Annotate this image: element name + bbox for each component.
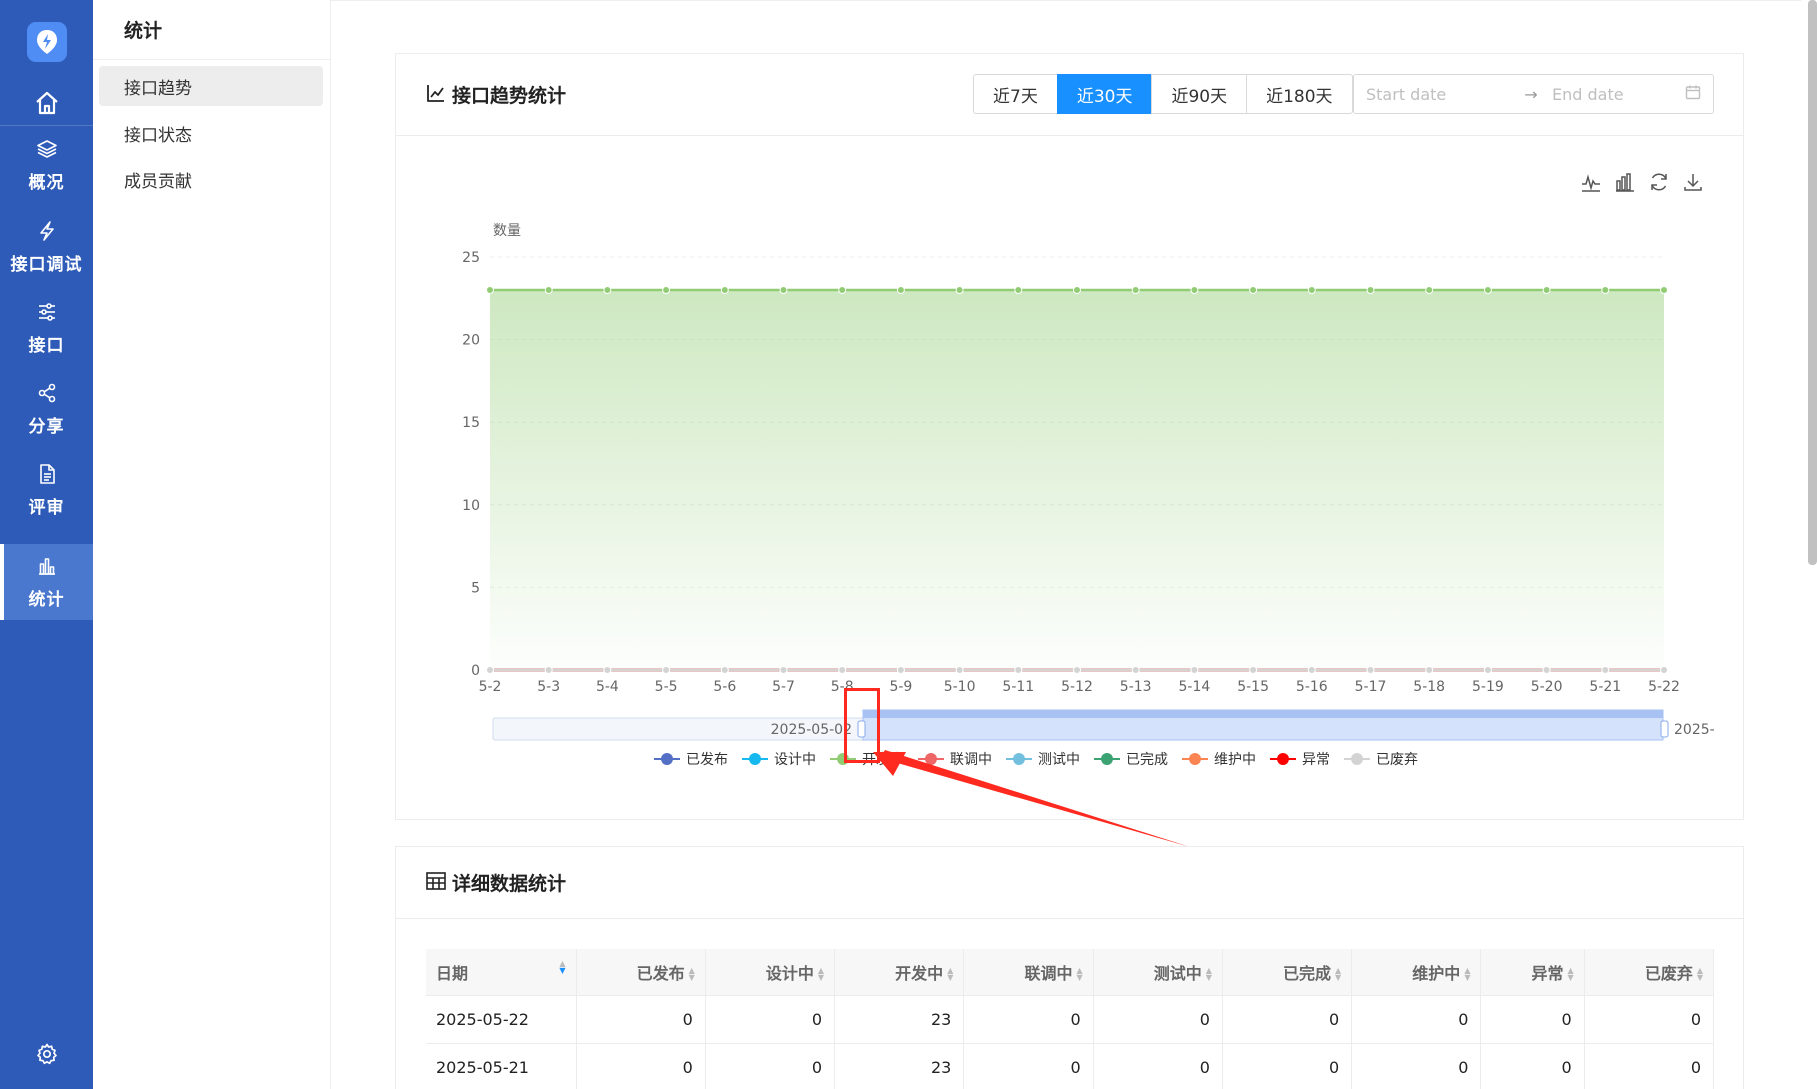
sort-caret-icon[interactable]: ▲ ▼ <box>559 959 565 974</box>
column-header-label: 已发布 <box>636 963 685 983</box>
table-cell: 0 <box>576 1043 706 1089</box>
column-header-integrating[interactable]: 联调中 ▲ ▼ <box>963 949 1094 996</box>
table-icon <box>426 871 446 894</box>
column-header-completed[interactable]: 已完成 ▲ ▼ <box>1222 949 1353 996</box>
sort-caret-icon[interactable]: ▲ ▼ <box>1567 967 1573 982</box>
sort-caret-icon[interactable]: ▲ ▼ <box>1206 967 1212 982</box>
table-cell: 0 <box>1584 995 1715 1044</box>
column-header-testing[interactable]: 测试中 ▲ ▼ <box>1093 949 1223 996</box>
table-row: 2025-05-22 0 0 23 0 0 0 0 0 0 <box>426 995 1715 1044</box>
table-cell: 0 <box>1480 1043 1585 1089</box>
sort-caret-icon[interactable]: ▲ ▼ <box>1464 967 1470 982</box>
detail-card-title: 详细数据统计 <box>452 873 567 895</box>
column-header-date[interactable]: 日期 ▲ ▼ <box>426 949 577 996</box>
table-cell: 0 <box>1351 995 1482 1044</box>
column-header-label: 测试中 <box>1153 963 1202 983</box>
table-cell: 0 <box>1480 995 1585 1044</box>
column-header-label: 异常 <box>1531 963 1564 983</box>
sort-caret-icon[interactable]: ▲ ▼ <box>689 967 695 982</box>
table-cell: 0 <box>1351 1043 1482 1089</box>
detail-card: 详细数据统计 日期 ▲ ▼ 已发布 ▲ ▼ 设计中 ▲ ▼ 开发中 ▲ ▼ 联调中 ▲ ▼ 测试中 ▲… <box>395 846 1744 1089</box>
column-header-label: 联调中 <box>1024 963 1073 983</box>
column-header-abnormal[interactable]: 异常 ▲ ▼ <box>1480 949 1585 996</box>
table-cell: 0 <box>576 995 706 1044</box>
table-cell: 0 <box>1093 1043 1223 1089</box>
detail-data-table: 日期 ▲ ▼ 已发布 ▲ ▼ 设计中 ▲ ▼ 开发中 ▲ ▼ 联调中 ▲ ▼ 测试中 ▲ ▼ 已完成 ▲ ▼… <box>426 949 1715 1089</box>
table-cell: 0 <box>1093 995 1223 1044</box>
table-row: 2025-05-21 0 0 23 0 0 0 0 0 0 <box>426 1043 1715 1089</box>
table-cell: 0 <box>1222 995 1353 1044</box>
table-cell: 0 <box>705 995 836 1044</box>
table-cell: 2025-05-21 <box>426 1043 577 1089</box>
table-cell: 0 <box>963 1043 1094 1089</box>
column-header-label: 设计中 <box>765 963 814 983</box>
column-header-label: 维护中 <box>1412 963 1461 983</box>
column-header-developing[interactable]: 开发中 ▲ ▼ <box>834 949 965 996</box>
column-header-deprecated[interactable]: 已废弃 ▲ ▼ <box>1584 949 1715 996</box>
sort-caret-icon[interactable]: ▲ ▼ <box>1076 967 1082 982</box>
sort-caret-icon[interactable]: ▲ ▼ <box>1697 967 1703 982</box>
column-header-maintaining[interactable]: 维护中 ▲ ▼ <box>1351 949 1482 996</box>
sort-caret-icon[interactable]: ▲ ▼ <box>1335 967 1341 982</box>
table-header-row: 日期 ▲ ▼ 已发布 ▲ ▼ 设计中 ▲ ▼ 开发中 ▲ ▼ 联调中 ▲ ▼ 测试中 ▲ ▼ 已完成 ▲ ▼… <box>426 949 1715 996</box>
table-cell: 0 <box>1584 1043 1715 1089</box>
annotation-highlight-box <box>844 688 880 763</box>
annotation-arrow-shaft <box>880 750 1190 847</box>
sort-caret-icon[interactable]: ▲ ▼ <box>818 967 824 982</box>
detail-card-header: 详细数据统计 <box>396 847 1743 919</box>
table-cell: 0 <box>963 995 1094 1044</box>
page-scrollbar[interactable] <box>1808 0 1817 565</box>
table-cell: 23 <box>834 995 965 1044</box>
column-header-label: 开发中 <box>895 963 944 983</box>
column-header-label: 已完成 <box>1283 963 1332 983</box>
column-header-designing[interactable]: 设计中 ▲ ▼ <box>705 949 836 996</box>
column-header-label: 已废弃 <box>1644 963 1693 983</box>
table-cell: 0 <box>1222 1043 1353 1089</box>
table-cell: 0 <box>705 1043 836 1089</box>
column-header-label: 日期 <box>436 963 469 983</box>
table-cell: 23 <box>834 1043 965 1089</box>
table-cell: 2025-05-22 <box>426 995 577 1044</box>
sort-caret-icon[interactable]: ▲ ▼ <box>947 967 953 982</box>
column-header-published[interactable]: 已发布 ▲ ▼ <box>576 949 706 996</box>
